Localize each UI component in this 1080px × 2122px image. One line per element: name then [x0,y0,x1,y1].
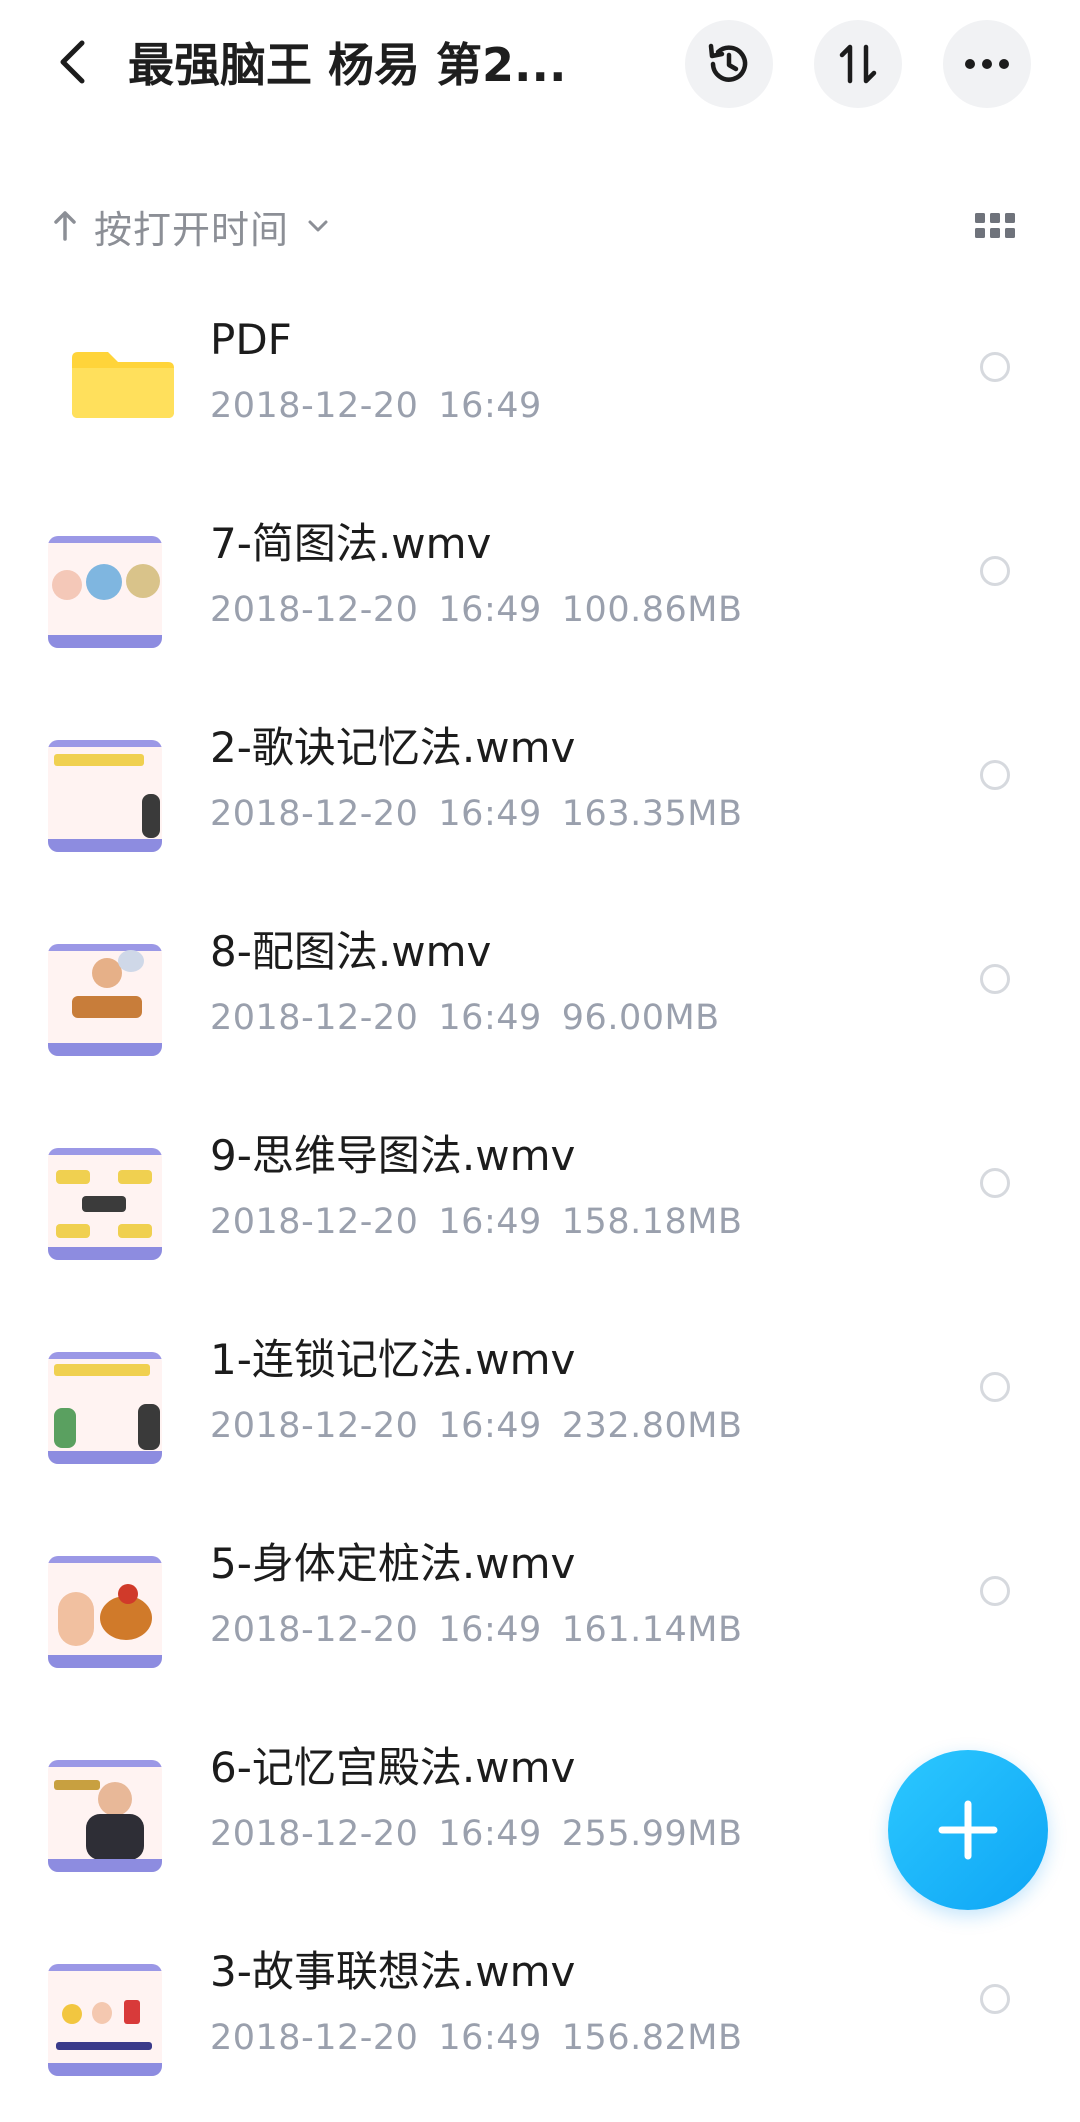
file-meta: 2018-12-20 16:49 161.14MB [210,1602,742,1658]
file-time: 16:49 [438,794,542,834]
list-item-video[interactable]: 3-故事联想法.wmv 2018-12-20 16:49 156.82MB [0,1918,1080,2122]
history-button[interactable] [685,20,773,108]
sort-order-label: 按打开时间 [94,207,290,252]
file-size: 158.18MB [561,1202,743,1242]
list-item-video[interactable]: 8-配图法.wmv 2018-12-20 16:49 96.00MB [0,898,1080,1102]
file-time: 16:49 [438,590,542,630]
file-size: 232.80MB [561,1406,743,1446]
back-arrow-icon [60,40,85,84]
file-size: 100.86MB [561,590,743,630]
file-name: 5-身体定桩法.wmv [210,1539,576,1588]
file-time: 16:49 [438,1406,542,1446]
grid-view-button[interactable] [968,206,1022,246]
video-thumbnail [48,1352,162,1464]
file-size: 161.14MB [561,1610,743,1650]
select-checkbox[interactable] [980,964,1010,994]
video-thumbnail [48,1964,162,2076]
file-meta: 2018-12-20 16:49 158.18MB [210,1194,742,1250]
file-name: 1-连锁记忆法.wmv [210,1335,576,1384]
file-date: 2018-12-20 [210,998,419,1038]
file-date: 2018-12-20 [210,590,419,630]
sort-order-dropdown[interactable]: 按打开时间 [52,198,329,254]
file-meta: 2018-12-20 16:49 156.82MB [210,2010,742,2066]
grid-view-icon [975,213,1015,238]
file-size: 96.00MB [561,998,720,1038]
video-thumbnail [48,944,162,1056]
select-checkbox[interactable] [980,1576,1010,1606]
top-bar: 最强脑王 杨易 第2... [0,0,1080,130]
file-time: 16:49 [438,386,542,426]
file-name: 8-配图法.wmv [210,927,492,976]
file-time: 16:49 [438,1202,542,1242]
list-item-video[interactable]: 9-思维导图法.wmv 2018-12-20 16:49 158.18MB [0,1102,1080,1306]
file-date: 2018-12-20 [210,1610,419,1650]
sort-arrows-icon [839,44,877,84]
file-meta: 2018-12-20 16:49 163.35MB [210,786,742,842]
plus-icon [938,1800,998,1860]
page-title: 最强脑王 杨易 第2... [128,38,567,92]
arrow-up-icon [54,211,76,241]
video-thumbnail [48,1556,162,1668]
video-thumbnail [48,536,162,648]
file-meta: 2018-12-20 16:49 255.99MB [210,1806,742,1862]
file-time: 16:49 [438,2018,542,2058]
more-button[interactable] [943,20,1031,108]
file-name: 3-故事联想法.wmv [210,1947,576,1996]
file-date: 2018-12-20 [210,1814,419,1854]
file-name: 9-思维导图法.wmv [210,1131,576,1180]
folder-icon [68,328,178,438]
list-item-folder-pdf[interactable]: PDF 2018-12-20 16:49 [0,286,1080,490]
video-thumbnail [48,740,162,852]
file-date: 2018-12-20 [210,794,419,834]
list-item-video[interactable]: 1-连锁记忆法.wmv 2018-12-20 16:49 232.80MB [0,1306,1080,1510]
video-thumbnail [48,1148,162,1260]
history-icon [708,43,748,82]
back-button[interactable] [40,26,104,98]
add-button[interactable] [888,1750,1048,1910]
file-name: 2-歌诀记忆法.wmv [210,723,576,772]
select-checkbox[interactable] [980,556,1010,586]
file-time: 16:49 [438,1814,542,1854]
file-date: 2018-12-20 [210,1202,419,1242]
select-checkbox[interactable] [980,352,1010,382]
file-meta: 2018-12-20 16:49 96.00MB [210,990,720,1046]
select-checkbox[interactable] [980,1168,1010,1198]
file-name: PDF [210,315,292,364]
file-meta: 2018-12-20 16:49 [210,378,542,434]
video-thumbnail [48,1760,162,1872]
list-item-video[interactable]: 5-身体定桩法.wmv 2018-12-20 16:49 161.14MB [0,1510,1080,1714]
chevron-down-icon [308,220,328,232]
file-size: 156.82MB [561,2018,743,2058]
file-time: 16:49 [438,1610,542,1650]
file-date: 2018-12-20 [210,386,419,426]
file-name: 7-简图法.wmv [210,519,492,568]
file-date: 2018-12-20 [210,1406,419,1446]
list-item-video[interactable]: 7-简图法.wmv 2018-12-20 16:49 100.86MB [0,490,1080,694]
select-checkbox[interactable] [980,1984,1010,2014]
file-date: 2018-12-20 [210,2018,419,2058]
sort-button[interactable] [814,20,902,108]
select-checkbox[interactable] [980,1372,1010,1402]
file-size: 255.99MB [561,1814,743,1854]
file-meta: 2018-12-20 16:49 100.86MB [210,582,742,638]
file-name: 6-记忆宫殿法.wmv [210,1743,576,1792]
more-dots-icon [965,59,1009,69]
select-checkbox[interactable] [980,760,1010,790]
file-time: 16:49 [438,998,542,1038]
file-meta: 2018-12-20 16:49 232.80MB [210,1398,742,1454]
sort-bar: 按打开时间 [0,190,1080,260]
file-size: 163.35MB [561,794,743,834]
list-item-video[interactable]: 2-歌诀记忆法.wmv 2018-12-20 16:49 163.35MB [0,694,1080,898]
